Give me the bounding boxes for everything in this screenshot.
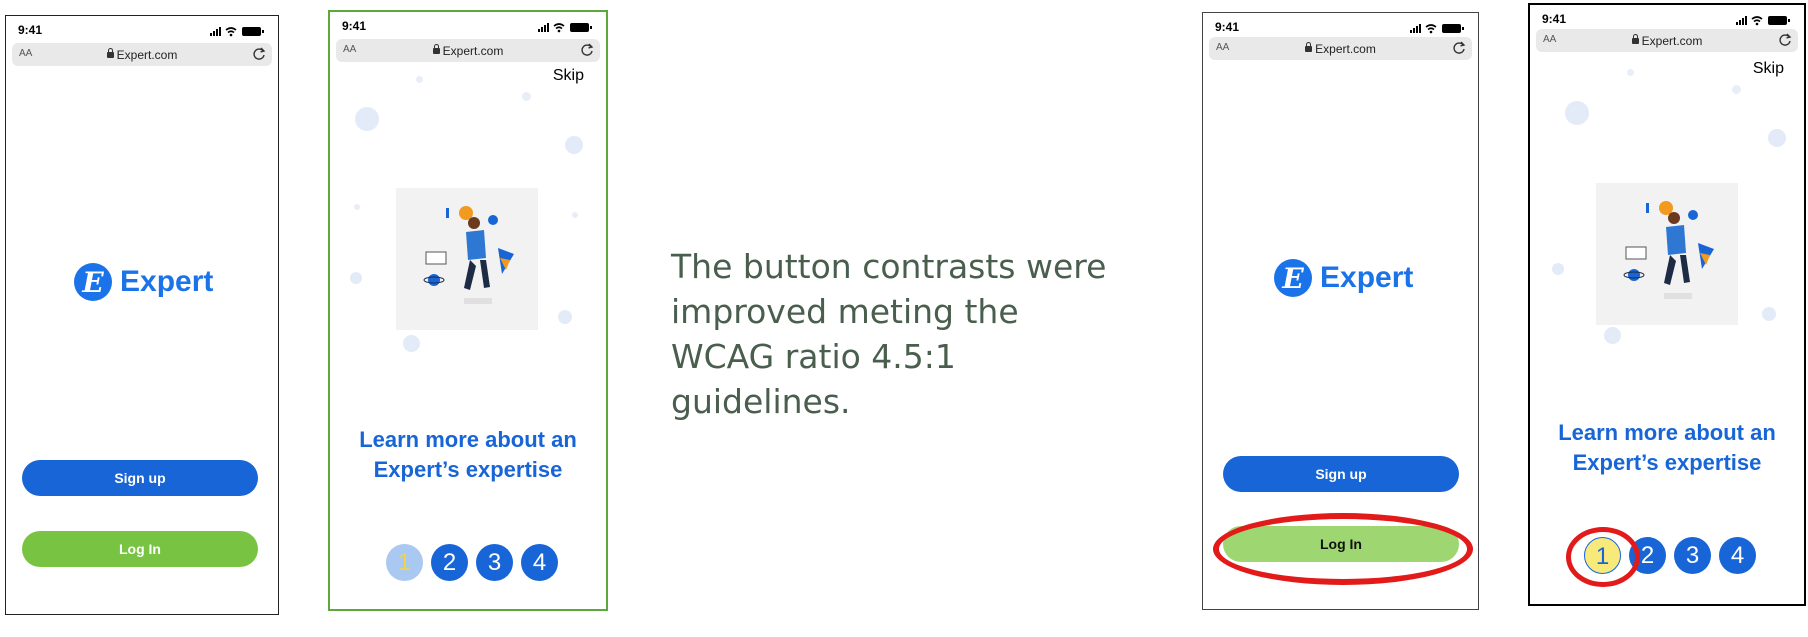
status-time: 9:41 <box>342 19 367 33</box>
decor-bubble <box>1604 327 1621 344</box>
status-time: 9:41 <box>1542 12 1567 26</box>
address-bar[interactable]: AA Expert.com <box>12 43 272 66</box>
highlight-ring <box>1566 527 1640 587</box>
decor-bubble <box>350 272 362 284</box>
decor-bubble <box>522 92 531 101</box>
decor-bubble <box>1768 129 1786 147</box>
lock-icon <box>432 43 440 54</box>
title-line-1: Learn more about an <box>1558 420 1776 445</box>
signal-wifi-battery-icon <box>538 23 592 33</box>
phone-login-before: 9:41 AA Expert.com E Expert Sign up Log … <box>5 15 279 615</box>
skip-link[interactable]: Skip <box>553 67 584 85</box>
brand-name: Expert <box>120 265 214 298</box>
decor-bubble <box>416 76 423 83</box>
reload-icon[interactable] <box>1778 33 1792 47</box>
decor-bubble <box>558 310 572 324</box>
expert-illustration <box>396 188 538 330</box>
lock-icon <box>106 47 114 58</box>
url-text: Expert.com <box>442 44 504 58</box>
logo-mark: E <box>74 263 112 301</box>
status-time: 9:41 <box>1215 20 1240 34</box>
decor-bubble <box>1552 263 1564 275</box>
title-line-1: Learn more about an <box>359 427 577 452</box>
status-time: 9:41 <box>18 23 43 37</box>
url-text: Expert.com <box>1315 42 1376 56</box>
address-bar[interactable]: AA Expert.com <box>1536 29 1798 52</box>
decor-bubble <box>403 335 420 352</box>
page-4-dot[interactable]: 4 <box>1719 537 1756 574</box>
signal-wifi-battery-icon <box>1736 16 1790 26</box>
contrast-caption: The button contrasts were improved metin… <box>671 247 1107 421</box>
signal-wifi-battery-icon <box>1410 24 1464 34</box>
decor-bubble <box>572 212 578 218</box>
decor-bubble <box>565 136 583 154</box>
page-1-dot[interactable]: 1 <box>386 544 423 581</box>
status-bar: 9:41 <box>1542 12 1792 28</box>
log-in-button[interactable]: Log In <box>22 531 258 567</box>
page-2-dot[interactable]: 2 <box>431 544 468 581</box>
signal-wifi-battery-icon <box>210 27 264 37</box>
title-line-2: Expert’s expertise <box>373 457 563 482</box>
status-bar: 9:41 <box>1215 20 1466 36</box>
expert-logo: E Expert <box>1274 259 1413 297</box>
pagination: 1 2 3 4 <box>386 544 558 581</box>
page-3-dot[interactable]: 3 <box>1674 537 1711 574</box>
decor-bubble <box>355 107 379 131</box>
reload-icon[interactable] <box>1452 41 1466 55</box>
lock-icon <box>1631 33 1639 44</box>
title-line-2: Expert’s expertise <box>1572 450 1762 475</box>
decor-bubble <box>354 204 360 210</box>
address-bar[interactable]: AA Expert.com <box>336 39 600 62</box>
sign-up-button[interactable]: Sign up <box>1223 456 1459 492</box>
url-text: Expert.com <box>116 48 178 62</box>
expert-logo: E Expert <box>74 263 213 301</box>
skip-link[interactable]: Skip <box>1753 60 1784 78</box>
lock-icon <box>1305 41 1313 52</box>
decor-bubble <box>1732 85 1741 94</box>
page-3-dot[interactable]: 3 <box>476 544 513 581</box>
url-text: Expert.com <box>1641 34 1703 48</box>
phone-login-after: 9:41 AA Expert.com E Expert Sign up Log … <box>1202 12 1479 610</box>
status-bar: 9:41 <box>18 23 266 39</box>
decor-bubble <box>1565 101 1589 125</box>
highlight-ring <box>1213 513 1473 585</box>
address-bar[interactable]: AA Expert.com <box>1209 37 1472 60</box>
expert-illustration <box>1596 183 1738 325</box>
decor-bubble <box>1762 307 1776 321</box>
brand-name: Expert <box>1320 261 1414 294</box>
reload-icon[interactable] <box>252 47 266 61</box>
logo-mark: E <box>1274 259 1312 297</box>
juggling-person-icon <box>423 206 514 304</box>
phone-onboarding-before: 9:41 AA Expert.com Skip Learn more about… <box>328 10 608 611</box>
reload-icon[interactable] <box>580 43 594 57</box>
phone-onboarding-after: 9:41 AA Expert.com Skip Learn more about… <box>1528 3 1806 606</box>
status-bar: 9:41 <box>342 19 594 35</box>
sign-up-button[interactable]: Sign up <box>22 460 258 496</box>
onboarding-title: Learn more about an Expert’s expertise <box>330 425 606 485</box>
juggling-person-icon <box>1623 201 1714 299</box>
page-4-dot[interactable]: 4 <box>521 544 558 581</box>
onboarding-title: Learn more about an Expert’s expertise <box>1530 418 1804 478</box>
decor-bubble <box>1627 69 1634 76</box>
